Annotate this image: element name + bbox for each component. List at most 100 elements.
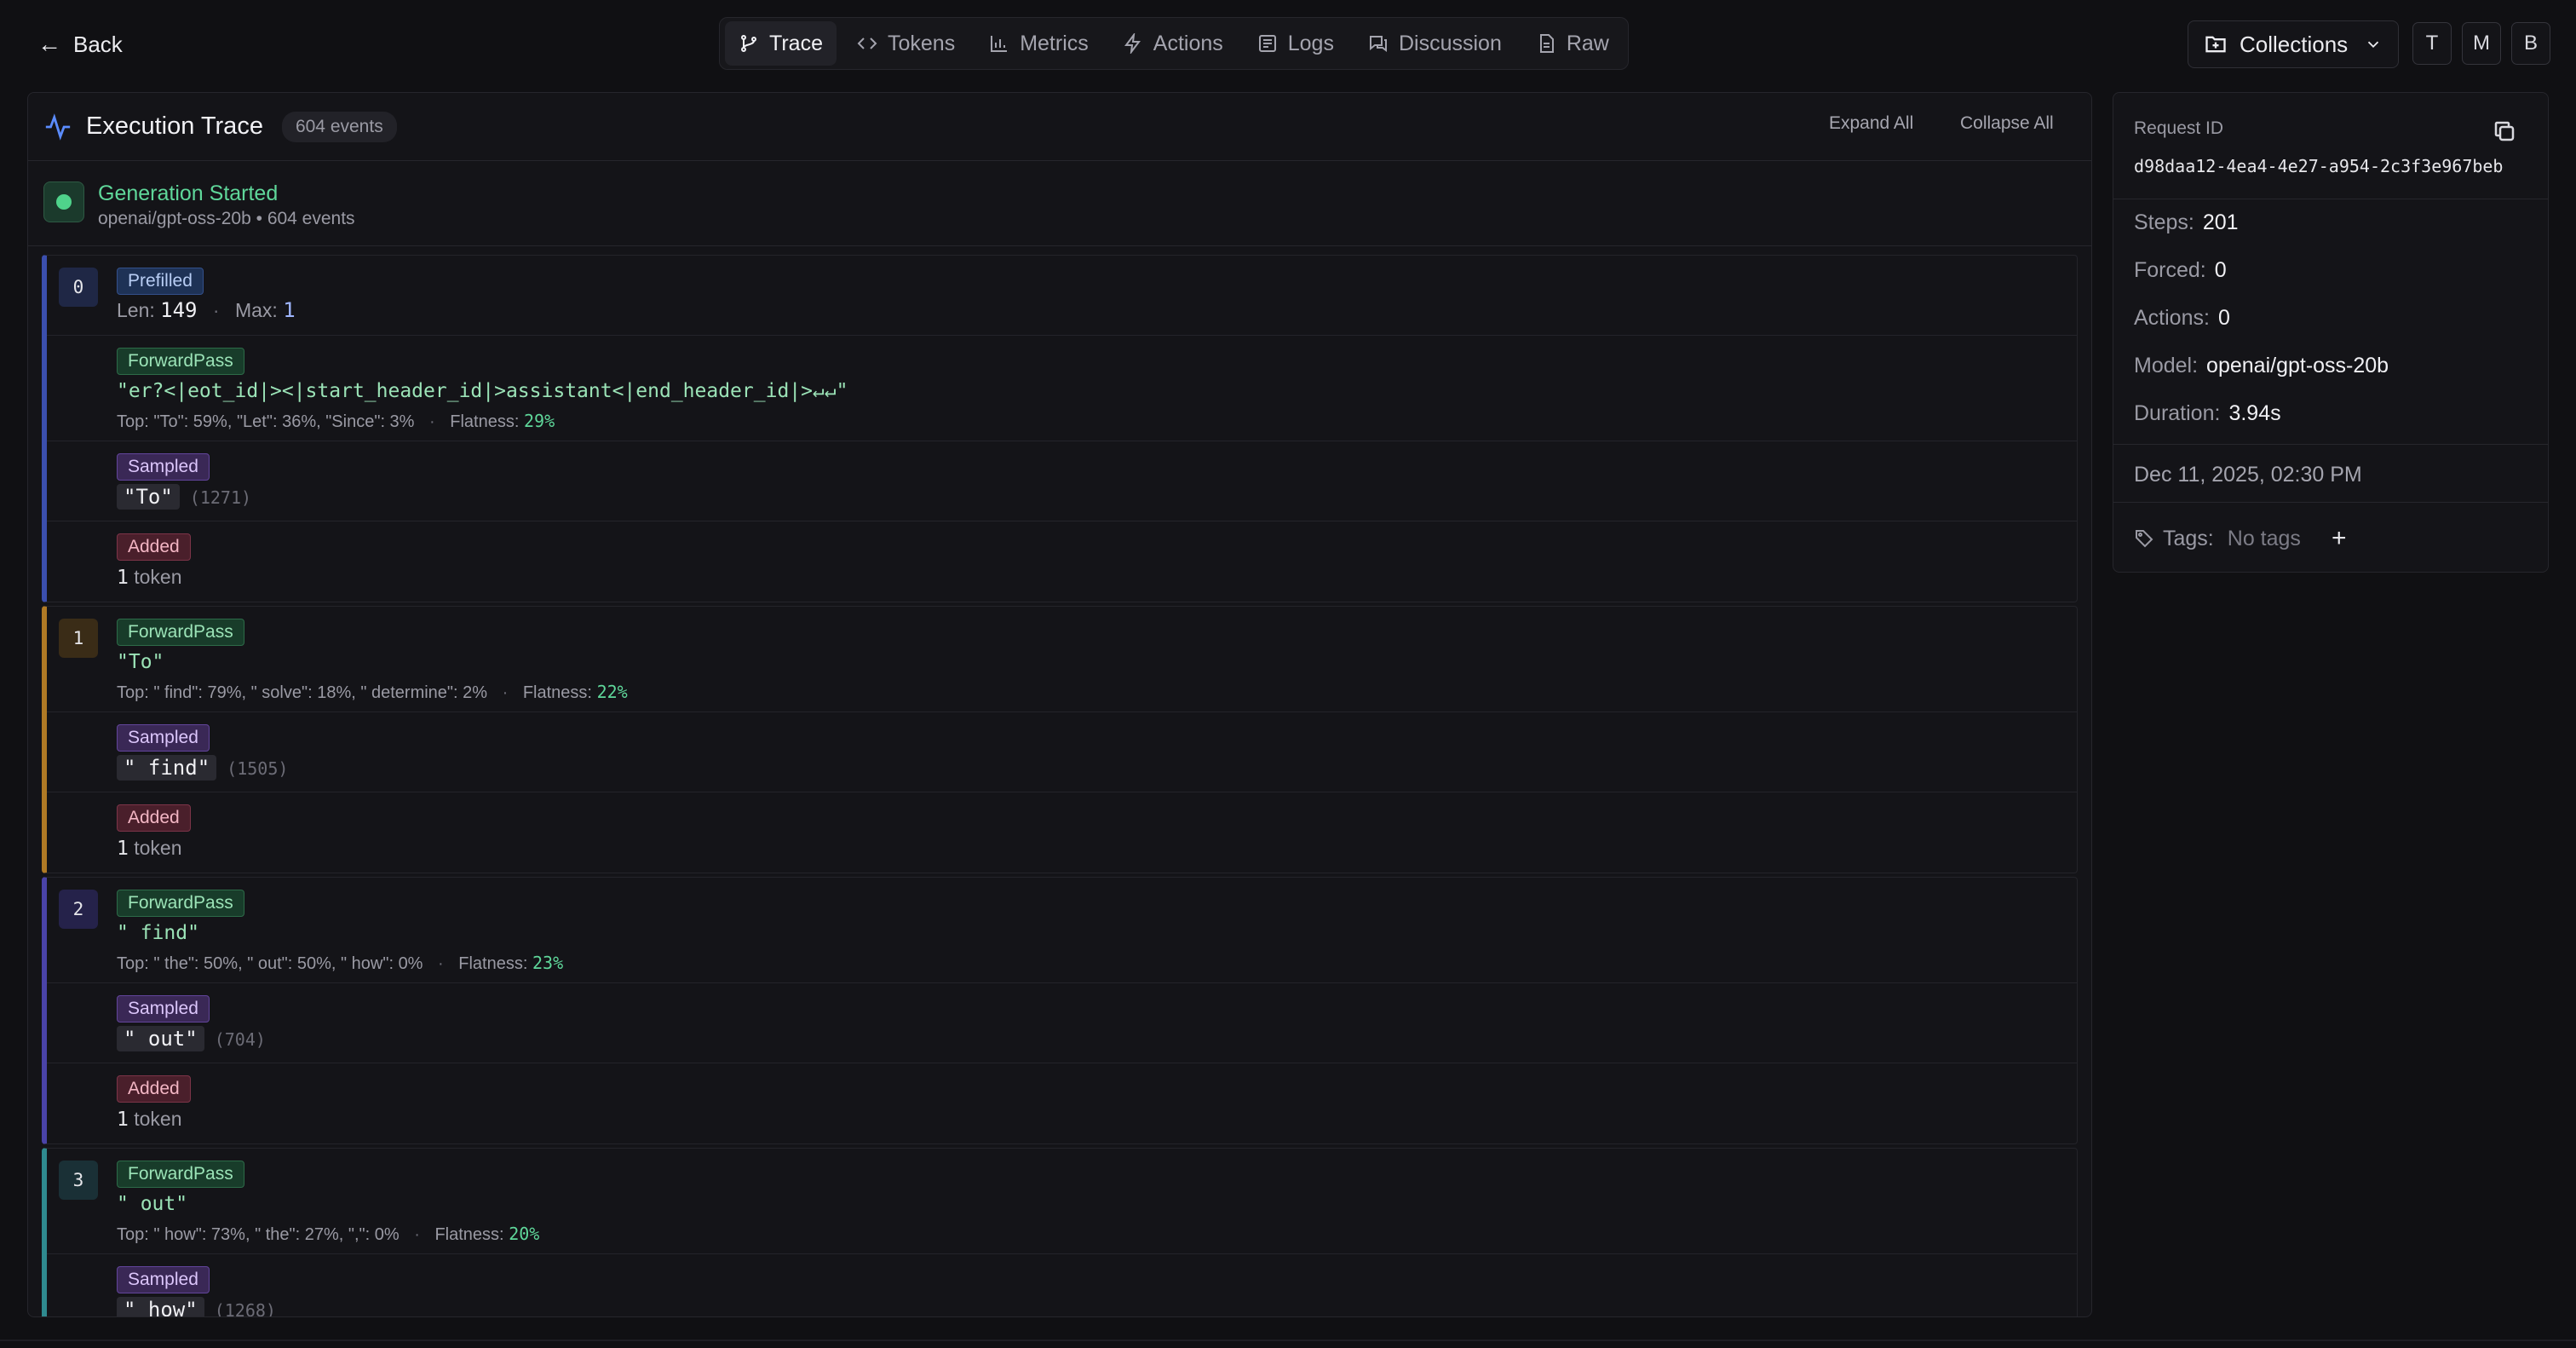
token-id: (1271) (189, 487, 252, 508)
forced-value: 0 (2214, 258, 2227, 282)
back-button[interactable]: ← Back (37, 26, 123, 63)
flatness-label: Flatness: (434, 1225, 504, 1244)
avatar[interactable]: T (2412, 22, 2452, 65)
event-forward-pass[interactable]: ForwardPass "To" Top: " find": 79%, " so… (47, 607, 2077, 712)
log-icon (1258, 35, 1276, 52)
prefilled-badge: Prefilled (117, 268, 204, 295)
avatar[interactable]: B (2511, 22, 2550, 65)
top-label: Top: (117, 1225, 149, 1244)
forward-input-text: " out" (117, 1193, 188, 1215)
branch-icon (741, 35, 756, 52)
model-row: Model: openai/gpt-oss-20b (2134, 354, 2389, 378)
tab-trace[interactable]: Trace (725, 21, 837, 66)
added-unit: token (134, 1108, 182, 1130)
tab-actions[interactable]: Actions (1109, 21, 1237, 66)
forward-top-probs: Top: " find": 79%, " solve": 18%, " dete… (117, 682, 628, 702)
trace-step-3[interactable]: 3 ForwardPass " out" Top: " how": 73%, "… (42, 1148, 2078, 1316)
sampled-token-line: " how" (1268) (117, 1297, 276, 1316)
generation-started-row[interactable]: Generation Started openai/gpt-oss-20b • … (28, 161, 2091, 246)
forward-pass-badge: ForwardPass (117, 1161, 244, 1188)
added-badge: Added (117, 1075, 191, 1103)
forward-input-text: " find" (117, 922, 199, 944)
request-id-value: d98daa12-4ea4-4e27-a954-2c3f3e967beb (2134, 156, 2504, 176)
max-value: 1 (283, 298, 296, 322)
bottom-divider (0, 1339, 2576, 1341)
duration-row: Duration: 3.94s (2134, 401, 2281, 426)
token-id: (704) (214, 1029, 266, 1050)
page-title: Execution Trace (86, 112, 263, 140)
model-label: Model: (2134, 354, 2199, 377)
chevron-down-icon (2367, 41, 2379, 49)
collections-dropdown[interactable]: Collections (2188, 20, 2399, 68)
sampled-badge: Sampled (117, 453, 210, 481)
execution-trace-panel: Execution Trace 604 events Expand All Co… (27, 92, 2092, 1317)
event-prefilled[interactable]: Prefilled Len: 149 · Max: 1 (47, 256, 2077, 336)
tab-tokens[interactable]: Tokens (843, 21, 969, 66)
event-forward-pass[interactable]: ForwardPass "er?<|eot_id|><|start_header… (47, 336, 2077, 441)
top-values: " how": 73%, " the": 27%, ",": 0% (153, 1225, 400, 1244)
event-forward-pass[interactable]: ForwardPass " out" Top: " how": 73%, " t… (47, 1149, 2077, 1254)
tags-label: Tags: (2163, 526, 2214, 550)
request-details-panel: Request ID d98daa12-4ea4-4e27-a954-2c3f3… (2113, 92, 2549, 573)
trace-step-2[interactable]: 2 ForwardPass " find" Top: " the": 50%, … (42, 877, 2078, 1144)
forward-top-probs: Top: "To": 59%, "Let": 36%, "Since": 3% … (117, 411, 555, 431)
actions-label: Actions: (2134, 306, 2210, 330)
flatness-value: 23% (532, 953, 564, 973)
top-label: Top: (117, 954, 149, 973)
added-badge: Added (117, 804, 191, 832)
event-forward-pass[interactable]: ForwardPass " find" Top: " the": 50%, " … (47, 878, 2077, 983)
forward-input-text: "er?<|eot_id|><|start_header_id|>assista… (117, 380, 848, 402)
token-id: (1505) (227, 758, 289, 779)
trace-header: Execution Trace 604 events Expand All Co… (28, 93, 2091, 161)
trace-step-0[interactable]: 0 Prefilled Len: 149 · Max: 1 ForwardPas… (42, 255, 2078, 602)
actions-value: 0 (2217, 306, 2230, 330)
forward-pass-badge: ForwardPass (117, 890, 244, 917)
add-tag-button[interactable]: + (2332, 524, 2347, 553)
tab-raw[interactable]: Raw (1522, 21, 1623, 66)
trace-steps: 0 Prefilled Len: 149 · Max: 1 ForwardPas… (42, 255, 2078, 1316)
tab-discussion-label: Discussion (1398, 31, 1502, 55)
added-unit: token (134, 837, 182, 859)
event-added[interactable]: Added 1 token (47, 521, 2077, 602)
tab-actions-label: Actions (1153, 31, 1223, 55)
tab-logs[interactable]: Logs (1244, 21, 1348, 66)
event-added[interactable]: Added 1 token (47, 1063, 2077, 1143)
added-unit: token (134, 566, 182, 588)
sampled-token: " find" (117, 755, 217, 781)
collapse-all-button[interactable]: Collapse All (1960, 113, 2054, 134)
flatness-label: Flatness: (458, 954, 528, 973)
sampled-token: "To" (117, 484, 180, 510)
forward-input-text: "To" (117, 651, 164, 673)
duration-value: 3.94s (2228, 401, 2281, 425)
actions-row: Actions: 0 (2134, 306, 2230, 331)
avatar[interactable]: M (2462, 22, 2501, 65)
sampled-token-line: " out" (704) (117, 1026, 266, 1051)
chat-icon (1369, 36, 1387, 52)
request-date: Dec 11, 2025, 02:30 PM (2134, 463, 2362, 487)
tab-discussion[interactable]: Discussion (1354, 21, 1515, 66)
tab-metrics[interactable]: Metrics (975, 21, 1102, 66)
folder-plus-icon (2205, 36, 2226, 53)
expand-all-button[interactable]: Expand All (1829, 113, 1913, 134)
added-count: 1 (117, 1109, 129, 1131)
model-value: openai/gpt-oss-20b (2206, 354, 2389, 377)
trace-step-1[interactable]: 1 ForwardPass "To" Top: " find": 79%, " … (42, 606, 2078, 873)
sampled-badge: Sampled (117, 995, 210, 1023)
flatness-value: 20% (509, 1224, 540, 1244)
event-sampled[interactable]: Sampled " find" (1505) (47, 712, 2077, 792)
tab-raw-label: Raw (1566, 31, 1609, 55)
max-label: Max: (234, 299, 278, 321)
added-count-line: 1 token (117, 566, 182, 589)
event-sampled[interactable]: Sampled " out" (704) (47, 983, 2077, 1063)
sampled-token-line: "To" (1271) (117, 484, 251, 510)
steps-value: 201 (2202, 210, 2239, 234)
event-sampled[interactable]: Sampled " how" (1268) (47, 1254, 2077, 1316)
copy-icon[interactable] (2492, 118, 2517, 144)
forward-top-probs: Top: " the": 50%, " out": 50%, " how": 0… (117, 953, 564, 973)
forward-pass-badge: ForwardPass (117, 348, 244, 375)
sampled-badge: Sampled (117, 724, 210, 752)
document-icon (1539, 34, 1554, 53)
event-sampled[interactable]: Sampled "To" (1271) (47, 441, 2077, 521)
prefill-details: Len: 149 · Max: 1 (117, 298, 296, 322)
event-added[interactable]: Added 1 token (47, 792, 2077, 873)
